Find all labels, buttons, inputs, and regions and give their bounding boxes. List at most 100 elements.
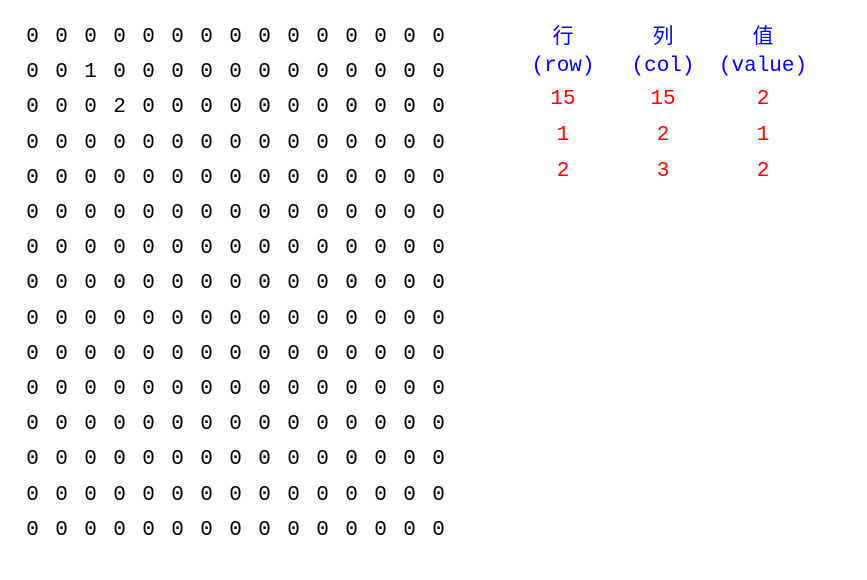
matrix-cell: 0: [192, 26, 221, 49]
matrix-cell: 0: [250, 61, 279, 84]
matrix-cell: 0: [192, 202, 221, 225]
matrix-cell: 0: [47, 519, 76, 542]
matrix-cell: 0: [18, 272, 47, 295]
matrix-cell: 0: [279, 378, 308, 401]
matrix-cell: 0: [105, 167, 134, 190]
matrix-row: 000000000000000: [18, 372, 453, 407]
matrix-cell: 0: [47, 378, 76, 401]
matrix-cell: 0: [395, 519, 424, 542]
matrix-cell: 0: [192, 61, 221, 84]
matrix-cell: 0: [279, 167, 308, 190]
matrix-cell: 0: [76, 237, 105, 260]
matrix-cell: 0: [221, 26, 250, 49]
matrix-cell: 0: [163, 448, 192, 471]
matrix-cell: 0: [337, 413, 366, 436]
matrix-cell: 0: [366, 202, 395, 225]
matrix-cell: 0: [424, 167, 453, 190]
matrix-cell: 0: [424, 237, 453, 260]
matrix-cell: 0: [221, 484, 250, 507]
matrix-cell: 0: [76, 26, 105, 49]
matrix-cell: 0: [105, 484, 134, 507]
matrix-cell: 0: [395, 202, 424, 225]
matrix-cell: 0: [192, 308, 221, 331]
matrix-cell: 0: [134, 272, 163, 295]
matrix-cell: 0: [279, 26, 308, 49]
matrix-cell: 0: [279, 237, 308, 260]
matrix-cell: 0: [47, 202, 76, 225]
matrix-cell: 0: [250, 448, 279, 471]
matrix-cell: 0: [250, 132, 279, 155]
matrix-cell: 0: [47, 272, 76, 295]
matrix-cell: 0: [366, 26, 395, 49]
matrix-cell: 0: [47, 308, 76, 331]
matrix-cell: 0: [308, 167, 337, 190]
sparse-data-cell: 1: [513, 124, 613, 147]
matrix-cell: 0: [366, 308, 395, 331]
matrix-row: 000000000000000: [18, 196, 453, 231]
sparse-table: 行 (row) 列 (col) 值 (value) 15152121232: [513, 25, 813, 580]
matrix-cell: 0: [47, 167, 76, 190]
matrix-cell: 0: [134, 167, 163, 190]
header-col: 列 (col): [613, 25, 713, 81]
matrix-row: 000000000000000: [18, 266, 453, 301]
sparse-data-cell: 2: [513, 160, 613, 183]
matrix-cell: 0: [105, 237, 134, 260]
matrix-cell: 0: [192, 237, 221, 260]
matrix-cell: 0: [308, 519, 337, 542]
matrix-cell: 0: [134, 413, 163, 436]
matrix-cell: 0: [337, 272, 366, 295]
matrix-cell: 0: [308, 26, 337, 49]
matrix-cell: 0: [76, 343, 105, 366]
matrix-cell: 0: [279, 308, 308, 331]
sparse-data-cell: 2: [613, 124, 713, 147]
matrix-cell: 0: [18, 167, 47, 190]
header-col-cn: 列: [613, 25, 713, 53]
matrix-cell: 0: [76, 413, 105, 436]
matrix-cell: 0: [424, 308, 453, 331]
matrix-cell: 0: [337, 519, 366, 542]
matrix-cell: 0: [279, 448, 308, 471]
matrix-cell: 0: [424, 272, 453, 295]
matrix-cell: 0: [250, 26, 279, 49]
matrix-cell: 0: [250, 519, 279, 542]
matrix-cell: 0: [395, 61, 424, 84]
matrix-cell: 0: [76, 378, 105, 401]
matrix-cell: 0: [424, 343, 453, 366]
matrix-cell: 0: [337, 237, 366, 260]
matrix-cell: 0: [47, 96, 76, 119]
matrix-cell: 0: [221, 272, 250, 295]
matrix-cell: 0: [221, 96, 250, 119]
matrix-cell: 0: [424, 96, 453, 119]
matrix-cell: 0: [424, 378, 453, 401]
matrix-cell: 0: [395, 308, 424, 331]
matrix-cell: 0: [366, 272, 395, 295]
matrix-cell: 0: [192, 484, 221, 507]
matrix-cell: 0: [192, 519, 221, 542]
matrix-cell: 0: [47, 61, 76, 84]
matrix-cell: 0: [337, 308, 366, 331]
matrix-cell: 0: [424, 519, 453, 542]
matrix-cell: 0: [18, 237, 47, 260]
matrix-cell: 0: [250, 237, 279, 260]
matrix-cell: 0: [163, 378, 192, 401]
matrix-cell: 0: [18, 308, 47, 331]
matrix-cell: 0: [192, 413, 221, 436]
matrix-cell: 0: [337, 132, 366, 155]
sparse-data-cell: 15: [613, 88, 713, 111]
matrix-cell: 0: [308, 378, 337, 401]
matrix-cell: 0: [250, 202, 279, 225]
matrix-cell: 0: [279, 413, 308, 436]
header-col-en: (col): [613, 53, 713, 81]
matrix-cell: 0: [76, 519, 105, 542]
matrix-cell: 0: [308, 343, 337, 366]
matrix-cell: 0: [395, 167, 424, 190]
matrix-cell: 0: [221, 343, 250, 366]
header-value-cn: 值: [713, 25, 813, 53]
matrix-cell: 0: [250, 308, 279, 331]
matrix-cell: 0: [105, 413, 134, 436]
sparse-data-cell: 2: [713, 88, 813, 111]
matrix-cell: 0: [18, 448, 47, 471]
matrix-cell: 0: [76, 272, 105, 295]
matrix-cell: 0: [395, 448, 424, 471]
matrix-cell: 0: [395, 237, 424, 260]
